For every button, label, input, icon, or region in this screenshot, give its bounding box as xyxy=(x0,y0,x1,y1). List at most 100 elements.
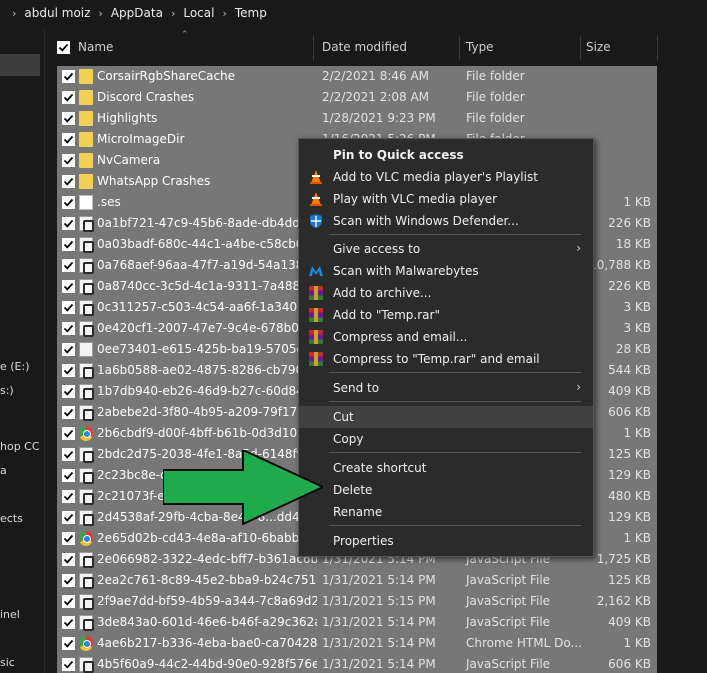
menu-item-properties[interactable]: Properties xyxy=(299,530,593,552)
menu-item-compress-and-email[interactable]: Compress and email... xyxy=(299,326,593,348)
column-name[interactable]: Name xyxy=(78,40,113,54)
row-checkbox[interactable] xyxy=(62,616,75,629)
folder-icon xyxy=(79,132,93,147)
menu-item-scan-with-windows-defender[interactable]: Scan with Windows Defender... xyxy=(299,210,593,232)
select-all-checkbox[interactable] xyxy=(57,41,70,54)
menu-item-give-access-to[interactable]: Give access to › xyxy=(299,238,593,260)
file-size: 1 KB xyxy=(623,636,651,650)
file-type: JavaScript File xyxy=(466,657,551,671)
list-item[interactable]: 2f9ae7dd-bf59-4b59-a344-7c8a69d201... 1/3… xyxy=(57,591,657,612)
file-size: 606 KB xyxy=(608,657,651,671)
file-date-modified: 1/31/2021 5:14 PM xyxy=(322,615,436,629)
menu-item-cut[interactable]: Cut xyxy=(299,406,593,428)
file-type: File folder xyxy=(466,69,525,83)
row-checkbox[interactable] xyxy=(62,280,75,293)
row-checkbox[interactable] xyxy=(62,574,75,587)
list-item[interactable]: 2ea2c761-8c89-45e2-bba9-b24c75190... 1/31… xyxy=(57,570,657,591)
row-checkbox[interactable] xyxy=(62,301,75,314)
nav-item-selected[interactable] xyxy=(0,54,40,76)
chevron-right-icon[interactable]: › xyxy=(98,7,102,20)
column-header: ⌃ Name Date modified Type Size xyxy=(45,30,707,64)
nav-item[interactable]: hop CC xyxy=(0,440,40,453)
file-name: 2f9ae7dd-bf59-4b59-a344-7c8a69d201... xyxy=(97,594,317,608)
row-checkbox[interactable] xyxy=(62,238,75,251)
row-checkbox[interactable] xyxy=(62,553,75,566)
file-name: CorsairRgbShareCache xyxy=(97,69,236,83)
row-checkbox[interactable] xyxy=(62,532,75,545)
row-checkbox[interactable] xyxy=(62,406,75,419)
row-checkbox[interactable] xyxy=(62,154,75,167)
row-checkbox[interactable] xyxy=(62,175,75,188)
row-checkbox[interactable] xyxy=(62,427,75,440)
menu-item-pin-to-quick-access[interactable]: Pin to Quick access xyxy=(299,144,593,166)
row-checkbox[interactable] xyxy=(62,112,75,125)
menu-item-rename[interactable]: Rename xyxy=(299,501,593,523)
breadcrumb-item[interactable]: AppData xyxy=(111,6,163,20)
column-size[interactable]: Size xyxy=(586,40,611,54)
menu-item-delete[interactable]: Delete xyxy=(299,479,593,501)
row-checkbox[interactable] xyxy=(62,448,75,461)
menu-separator xyxy=(329,372,581,373)
row-checkbox[interactable] xyxy=(62,595,75,608)
menu-item-label: Add to "Temp.rar" xyxy=(333,308,440,322)
row-checkbox[interactable] xyxy=(62,469,75,482)
list-item[interactable]: Discord Crashes 2/2/2021 2:08 AM File fold… xyxy=(57,87,657,108)
winrar-icon xyxy=(308,329,324,345)
list-item[interactable]: 4ae6b217-b336-4eba-bae0-ca70428f8e... 1/3… xyxy=(57,633,657,654)
row-checkbox[interactable] xyxy=(62,91,75,104)
menu-item-add-to-temp-rar[interactable]: Add to "Temp.rar" xyxy=(299,304,593,326)
nav-item[interactable]: inel xyxy=(0,608,20,621)
list-item[interactable]: CorsairRgbShareCache 2/2/2021 8:46 AM File… xyxy=(57,66,657,87)
menu-item-compress-to-temp-rar-and-email[interactable]: Compress to "Temp.rar" and email xyxy=(299,348,593,370)
row-checkbox[interactable] xyxy=(62,385,75,398)
menu-item-scan-with-malwarebytes[interactable]: Scan with Malwarebytes xyxy=(299,260,593,282)
column-separator[interactable] xyxy=(657,36,658,60)
row-checkbox[interactable] xyxy=(62,343,75,356)
file-name: 2b6cbdf9-d00f-4bff-b61b-0d3d10a20c... xyxy=(97,426,317,440)
row-checkbox[interactable] xyxy=(62,217,75,230)
chevron-right-icon[interactable]: › xyxy=(171,7,175,20)
row-checkbox[interactable] xyxy=(62,196,75,209)
list-item[interactable]: 4b5f60a9-44c2-44bd-90e0-928f576ecd... 1/3… xyxy=(57,654,657,673)
column-date-modified[interactable]: Date modified xyxy=(322,40,407,54)
column-separator[interactable] xyxy=(459,36,460,60)
column-separator[interactable] xyxy=(313,36,314,60)
row-checkbox[interactable] xyxy=(62,637,75,650)
menu-item-play-with-vlc-media-player[interactable]: Play with VLC media player xyxy=(299,188,593,210)
pane-divider[interactable] xyxy=(44,30,45,673)
row-checkbox[interactable] xyxy=(62,70,75,83)
column-separator[interactable] xyxy=(580,36,581,60)
menu-item-send-to[interactable]: Send to › xyxy=(299,377,593,399)
menu-item-create-shortcut[interactable]: Create shortcut xyxy=(299,457,593,479)
menu-item-copy[interactable]: Copy xyxy=(299,428,593,450)
nav-item[interactable]: s:) xyxy=(0,384,14,397)
file-name: 0a8740cc-3c5d-4c1a-9311-7a48807abf... xyxy=(97,279,317,293)
nav-item[interactable]: sic xyxy=(0,656,15,669)
navigation-pane: e (E:) s:) hop CC a ects inel sic xyxy=(0,30,44,673)
row-checkbox[interactable] xyxy=(62,658,75,671)
menu-item-add-to-vlc-media-player-s-playlist[interactable]: Add to VLC media player's Playlist xyxy=(299,166,593,188)
row-checkbox[interactable] xyxy=(62,490,75,503)
green-arrow-annotation xyxy=(163,450,323,525)
breadcrumb-item[interactable]: Local xyxy=(183,6,214,20)
breadcrumb-item[interactable]: Temp xyxy=(235,6,267,20)
row-checkbox[interactable] xyxy=(62,511,75,524)
menu-item-add-to-archive[interactable]: Add to archive... xyxy=(299,282,593,304)
chevron-right-icon[interactable]: › xyxy=(12,7,16,20)
column-type[interactable]: Type xyxy=(466,40,494,54)
html-file-icon xyxy=(79,342,93,357)
nav-item[interactable]: ects xyxy=(0,512,23,525)
breadcrumb-item[interactable]: abdul moiz xyxy=(24,6,90,20)
row-checkbox[interactable] xyxy=(62,133,75,146)
nav-item[interactable]: e (E:) xyxy=(0,360,30,373)
row-checkbox[interactable] xyxy=(62,364,75,377)
nav-item[interactable]: a xyxy=(0,464,7,477)
folder-icon xyxy=(79,153,93,168)
list-item[interactable]: 3de843a0-601d-46e6-b46f-a29c362ace... 1/3… xyxy=(57,612,657,633)
row-checkbox[interactable] xyxy=(62,322,75,335)
chevron-right-icon[interactable]: › xyxy=(222,7,226,20)
row-checkbox[interactable] xyxy=(62,259,75,272)
file-name: 3de843a0-601d-46e6-b46f-a29c362ace... xyxy=(97,615,317,629)
list-item[interactable]: Highlights 1/28/2021 9:23 PM File folder xyxy=(57,108,657,129)
folder-icon xyxy=(79,111,93,126)
